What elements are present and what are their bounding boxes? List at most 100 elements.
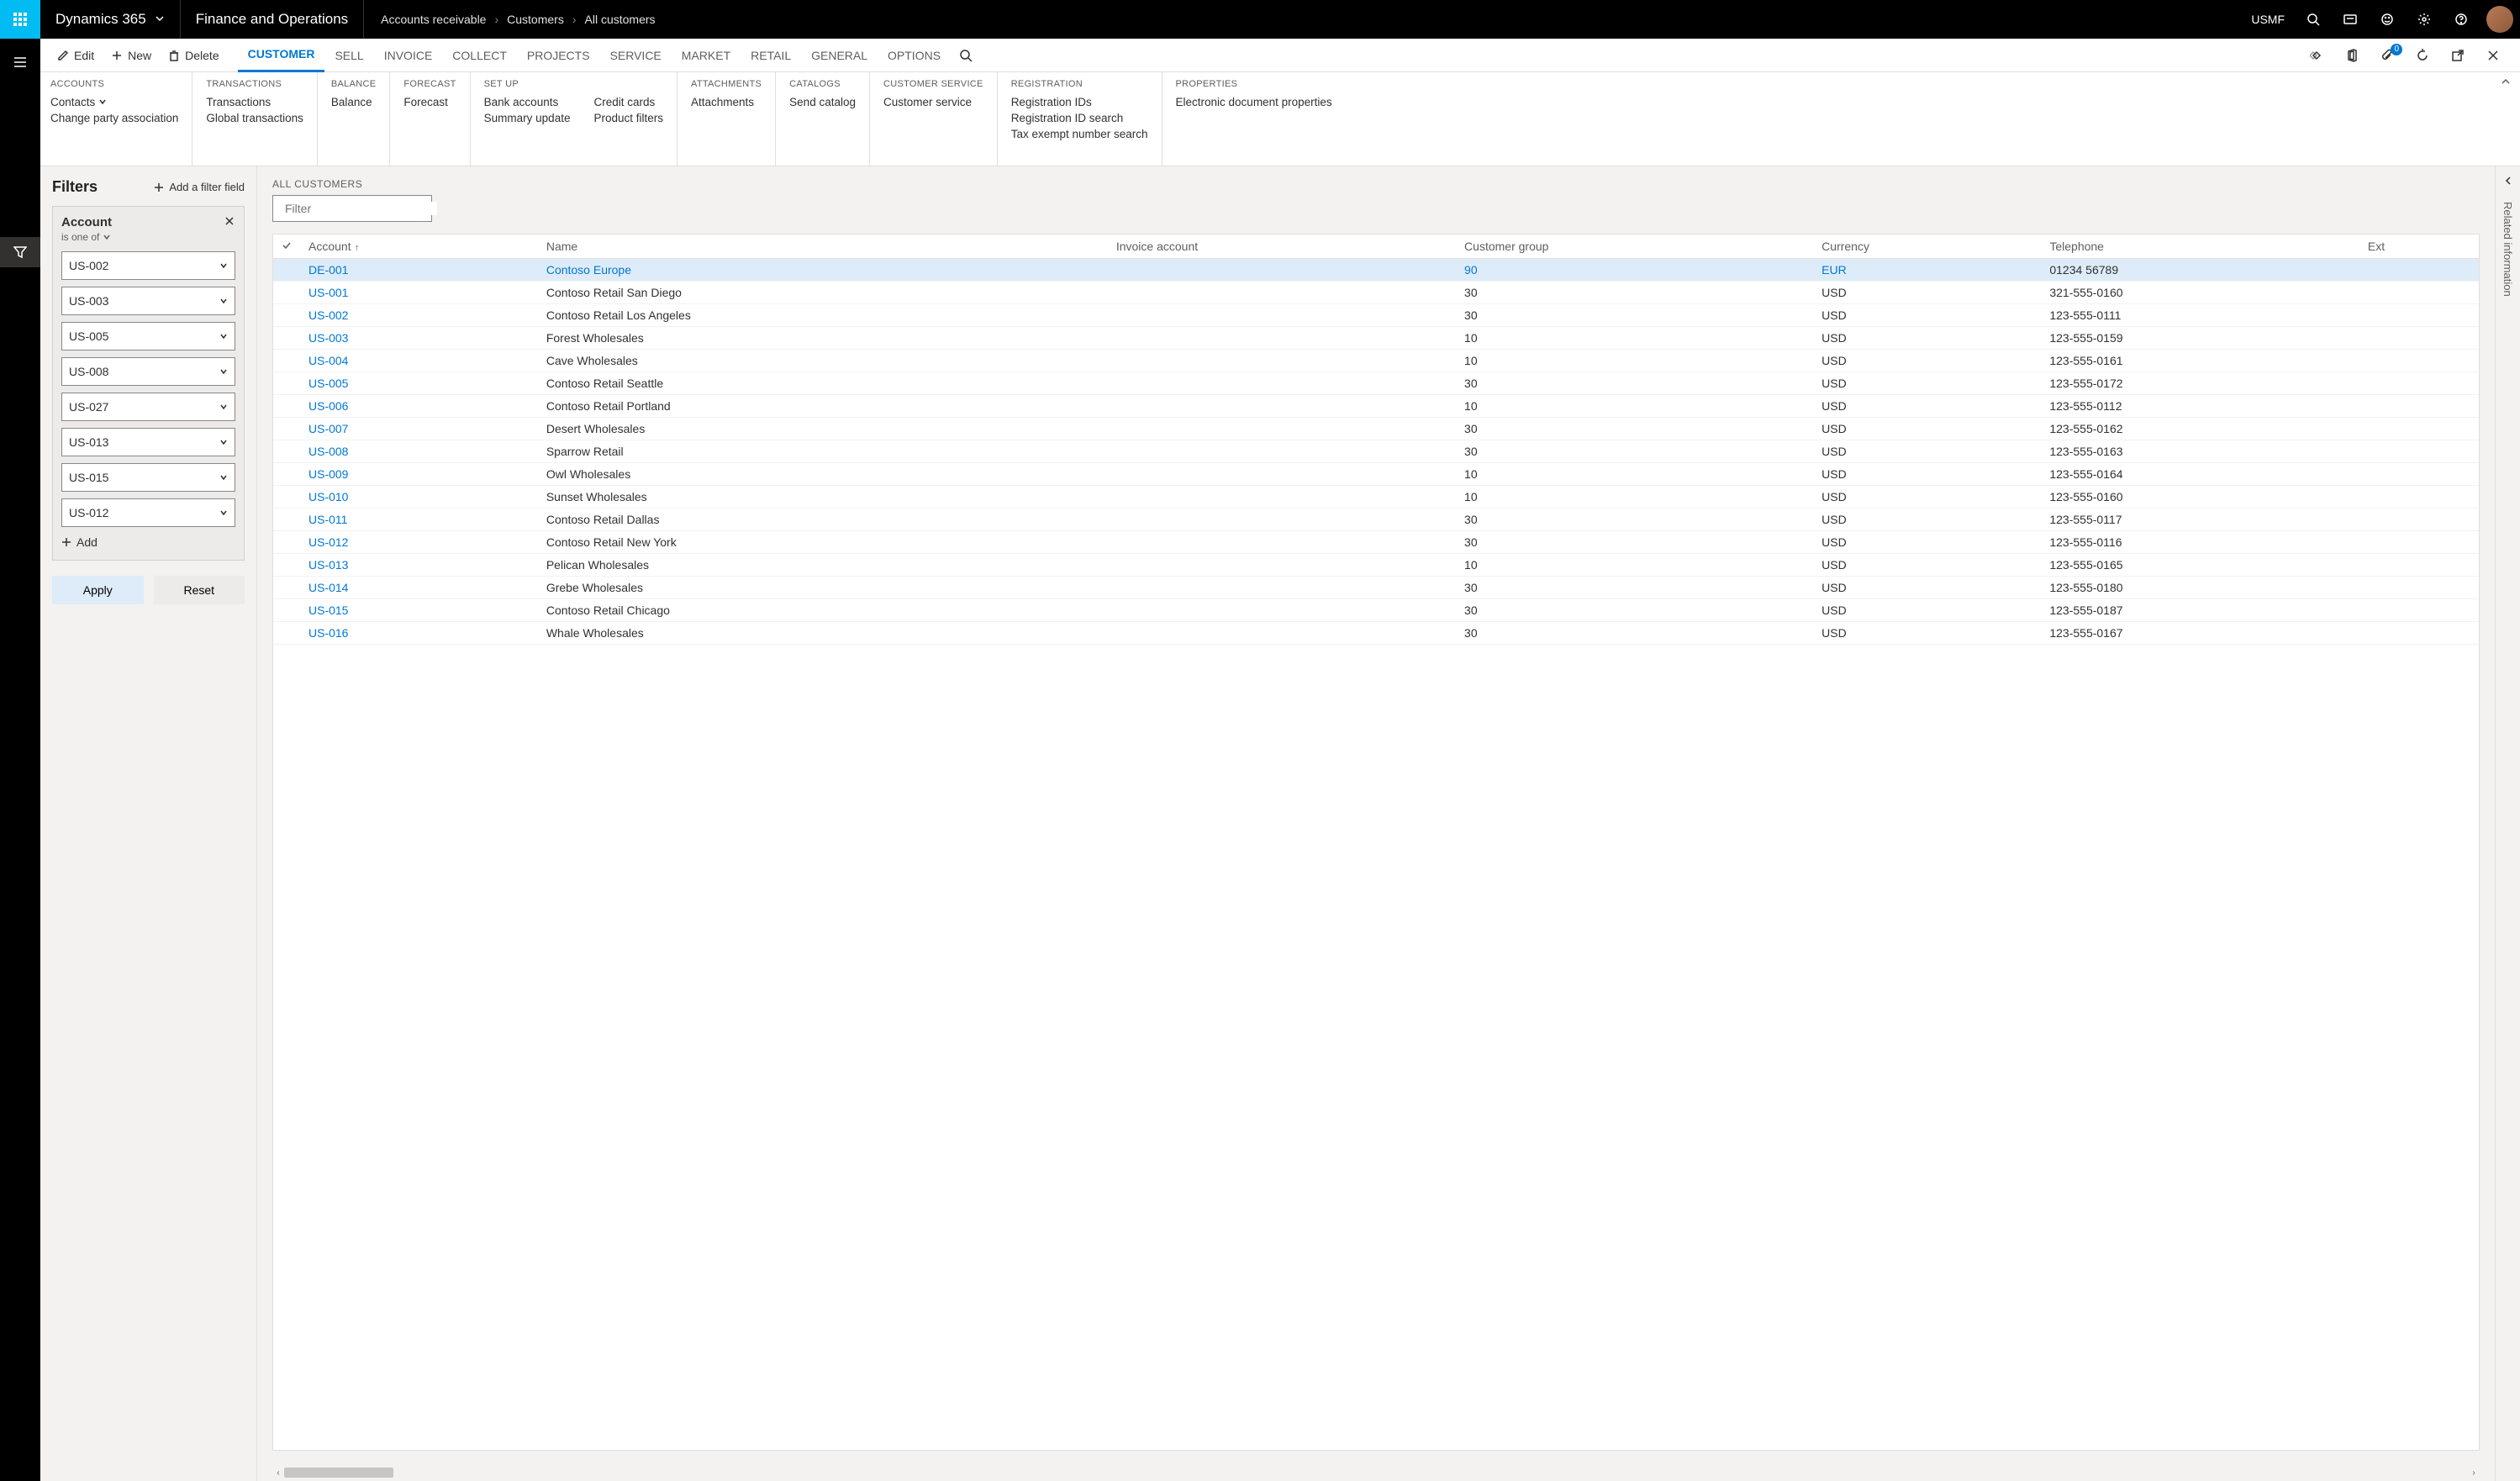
quick-filter-input[interactable]	[285, 202, 437, 215]
hamburger-menu[interactable]	[0, 47, 40, 77]
ribbon-link[interactable]: Bank accounts	[484, 96, 571, 108]
row-selector[interactable]	[273, 622, 300, 645]
new-button[interactable]: New	[103, 39, 160, 72]
legal-entity-picker[interactable]: USMF	[2241, 0, 2295, 39]
row-selector[interactable]	[273, 554, 300, 577]
app-launcher[interactable]	[0, 0, 40, 39]
table-row[interactable]: US-002Contoso Retail Los Angeles30USD123…	[273, 304, 2479, 327]
action-tab-collect[interactable]: COLLECT	[442, 39, 517, 72]
ribbon-link[interactable]: Contacts	[50, 96, 178, 108]
addins-button[interactable]	[2305, 49, 2328, 62]
action-tab-projects[interactable]: PROJECTS	[517, 39, 600, 72]
cell-account[interactable]: US-004	[300, 350, 538, 372]
product-picker[interactable]: Dynamics 365	[40, 0, 181, 39]
row-selector[interactable]	[273, 372, 300, 395]
attachments-button[interactable]: 0	[2375, 49, 2399, 62]
action-tab-service[interactable]: SERVICE	[600, 39, 672, 72]
filter-value-input[interactable]: US-015	[61, 463, 235, 492]
settings-button[interactable]	[2406, 0, 2443, 39]
messages-button[interactable]	[2332, 0, 2369, 39]
row-selector[interactable]	[273, 327, 300, 350]
cell-account[interactable]: US-005	[300, 372, 538, 395]
related-info-toggle[interactable]	[2503, 175, 2513, 190]
table-row[interactable]: US-012Contoso Retail New York30USD123-55…	[273, 531, 2479, 554]
row-selector[interactable]	[273, 577, 300, 599]
column-header[interactable]: Name	[538, 235, 1108, 259]
ribbon-link[interactable]: Attachments	[691, 96, 754, 108]
select-all-column[interactable]	[273, 235, 300, 259]
row-selector[interactable]	[273, 531, 300, 554]
cell-account[interactable]: US-006	[300, 395, 538, 418]
ribbon-link[interactable]: Credit cards	[593, 96, 663, 108]
column-header[interactable]: Customer group	[1456, 235, 1813, 259]
table-row[interactable]: US-006Contoso Retail Portland10USD123-55…	[273, 395, 2479, 418]
cell-account[interactable]: US-012	[300, 531, 538, 554]
refresh-button[interactable]	[2411, 49, 2434, 62]
row-selector[interactable]	[273, 486, 300, 509]
quick-filter[interactable]	[272, 195, 432, 222]
row-selector[interactable]	[273, 259, 300, 282]
table-row[interactable]: US-011Contoso Retail Dallas30USD123-555-…	[273, 509, 2479, 531]
cell-account[interactable]: US-009	[300, 463, 538, 486]
action-tab-invoice[interactable]: INVOICE	[374, 39, 443, 72]
add-filter-field[interactable]: Add a filter field	[154, 181, 245, 193]
filter-value-input[interactable]: US-012	[61, 498, 235, 527]
ribbon-link[interactable]: Registration ID search	[1011, 112, 1148, 124]
reset-filters-button[interactable]: Reset	[154, 576, 245, 604]
row-selector[interactable]	[273, 440, 300, 463]
cell-account[interactable]: US-014	[300, 577, 538, 599]
collapse-ribbon[interactable]	[2500, 76, 2512, 92]
ribbon-link[interactable]: Product filters	[593, 112, 663, 124]
table-row[interactable]: US-001Contoso Retail San Diego30USD321-5…	[273, 282, 2479, 304]
filter-value-input[interactable]: US-005	[61, 322, 235, 350]
filter-value-input[interactable]: US-003	[61, 287, 235, 315]
table-row[interactable]: DE-001Contoso Europe90EUR01234 56789	[273, 259, 2479, 282]
ribbon-link[interactable]: Registration IDs	[1011, 96, 1148, 108]
scrollbar-thumb[interactable]	[284, 1468, 393, 1478]
row-selector[interactable]	[273, 350, 300, 372]
cell-account[interactable]: US-011	[300, 509, 538, 531]
filter-pane-toggle[interactable]	[0, 237, 40, 267]
filter-value-input[interactable]: US-002	[61, 251, 235, 280]
user-avatar[interactable]	[2486, 6, 2513, 33]
scroll-left-icon[interactable]: ‹	[272, 1466, 284, 1479]
action-search[interactable]	[951, 39, 981, 72]
cell-account[interactable]: US-008	[300, 440, 538, 463]
table-row[interactable]: US-003Forest Wholesales10USD123-555-0159	[273, 327, 2479, 350]
breadcrumb-item[interactable]: Accounts receivable	[381, 13, 486, 26]
cell-account[interactable]: US-013	[300, 554, 538, 577]
help-button[interactable]	[2443, 0, 2480, 39]
cell-account[interactable]: US-016	[300, 622, 538, 645]
action-tab-sell[interactable]: SELL	[324, 39, 373, 72]
row-selector[interactable]	[273, 282, 300, 304]
ribbon-link[interactable]: Global transactions	[206, 112, 303, 124]
ribbon-link[interactable]: Balance	[331, 96, 372, 108]
horizontal-scrollbar[interactable]: ‹ ›	[272, 1466, 2480, 1479]
cell-account[interactable]: US-003	[300, 327, 538, 350]
action-tab-options[interactable]: OPTIONS	[878, 39, 951, 72]
popout-button[interactable]	[2446, 49, 2470, 62]
row-selector[interactable]	[273, 509, 300, 531]
column-header[interactable]: Ext	[2359, 235, 2479, 259]
table-row[interactable]: US-010Sunset Wholesales10USD123-555-0160	[273, 486, 2479, 509]
ribbon-link[interactable]: Transactions	[206, 96, 303, 108]
remove-filter[interactable]	[224, 215, 235, 231]
cell-account[interactable]: US-001	[300, 282, 538, 304]
close-button[interactable]	[2481, 49, 2505, 62]
table-row[interactable]: US-015Contoso Retail Chicago30USD123-555…	[273, 599, 2479, 622]
scroll-right-icon[interactable]: ›	[2468, 1466, 2480, 1479]
table-row[interactable]: US-016Whale Wholesales30USD123-555-0167	[273, 622, 2479, 645]
office-button[interactable]	[2340, 49, 2364, 62]
row-selector[interactable]	[273, 304, 300, 327]
table-row[interactable]: US-005Contoso Retail Seattle30USD123-555…	[273, 372, 2479, 395]
column-header[interactable]: Currency	[1813, 235, 2041, 259]
table-row[interactable]: US-009Owl Wholesales10USD123-555-0164	[273, 463, 2479, 486]
row-selector[interactable]	[273, 395, 300, 418]
ribbon-link[interactable]: Send catalog	[789, 96, 856, 108]
filter-value-input[interactable]: US-008	[61, 357, 235, 386]
edit-button[interactable]: Edit	[49, 39, 103, 72]
delete-button[interactable]: Delete	[160, 39, 227, 72]
cell-account[interactable]: US-015	[300, 599, 538, 622]
filter-value-input[interactable]: US-027	[61, 393, 235, 421]
action-tab-market[interactable]: MARKET	[672, 39, 741, 72]
